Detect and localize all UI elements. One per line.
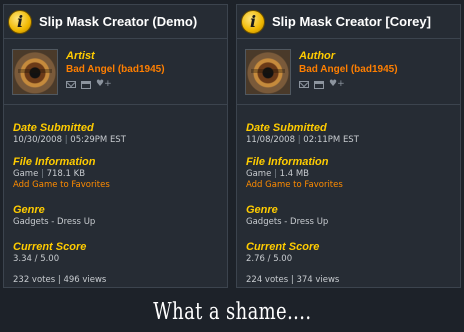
score-value: 3.34 / 5.00 — [13, 254, 60, 264]
window-icon[interactable] — [314, 80, 324, 89]
user-action-icons: ♥+ — [66, 80, 165, 89]
panel-title: Slip Mask Creator (Demo) — [39, 14, 198, 29]
time-text: 05:29PM EST — [70, 135, 126, 145]
avatar[interactable] — [245, 49, 291, 95]
caption: What a shame.... — [0, 292, 464, 332]
score-section: Current Score 3.34 / 5.00 — [4, 241, 227, 265]
date-text: 10/30/2008 — [13, 135, 62, 145]
date-text: 11/08/2008 — [246, 135, 295, 145]
date-heading: Date Submitted — [246, 122, 327, 134]
user-action-icons: ♥+ — [299, 80, 398, 89]
separator: | — [297, 135, 301, 145]
caption-text: What a shame.... — [152, 299, 312, 325]
date-value: 10/30/2008 | 05:29PM EST — [13, 135, 227, 146]
views-count: 496 views — [63, 275, 107, 285]
vote-stats: 224 votes | 374 views — [237, 275, 460, 285]
time-text: 02:11PM EST — [303, 135, 359, 145]
score-value: 2.76 / 5.00 — [246, 254, 293, 264]
author-username-link[interactable]: Bad Angel (bad1945) — [66, 64, 165, 75]
vote-stats: 232 votes | 496 views — [4, 275, 227, 285]
separator: | — [274, 169, 277, 179]
date-heading: Date Submitted — [13, 122, 94, 134]
genre-value: Gadgets - Dress Up — [246, 217, 329, 227]
author-role: Author — [299, 50, 336, 62]
genre-heading: Genre — [246, 204, 278, 216]
author-role: Artist — [66, 50, 95, 62]
avatar[interactable] — [12, 49, 58, 95]
file-type: Game — [13, 169, 39, 179]
file-info-value: Game | 1.4 MB — [246, 169, 460, 180]
file-info-heading: File Information — [13, 156, 96, 168]
views-count: 374 views — [296, 275, 340, 285]
separator: | — [57, 275, 61, 285]
file-size: 1.4 MB — [279, 169, 309, 179]
date-section: Date Submitted 11/08/2008 | 02:11PM EST — [237, 122, 460, 146]
mail-icon[interactable] — [66, 81, 76, 88]
score-heading: Current Score — [246, 241, 320, 253]
info-icon: i — [241, 9, 265, 34]
info-icon: i — [8, 9, 32, 34]
genre-section: Genre Gadgets - Dress Up — [4, 204, 227, 228]
author-info: Artist Bad Angel (bad1945) ♥+ — [66, 50, 165, 89]
author-info: Author Bad Angel (bad1945) ♥+ — [299, 50, 398, 89]
window-icon[interactable] — [81, 80, 91, 89]
add-to-favorites-link[interactable]: Add Game to Favorites — [246, 180, 460, 191]
mail-icon[interactable] — [299, 81, 309, 88]
date-section: Date Submitted 10/30/2008 | 05:29PM EST — [4, 122, 227, 146]
score-section: Current Score 2.76 / 5.00 — [237, 241, 460, 265]
votes-count: 224 votes — [246, 275, 289, 285]
genre-section: Genre Gadgets - Dress Up — [237, 204, 460, 228]
panel-title-bar: i Slip Mask Creator [Corey] — [237, 5, 460, 39]
submission-panel-corey: i Slip Mask Creator [Corey] Author Bad A… — [236, 4, 461, 288]
separator: | — [64, 135, 68, 145]
file-info-heading: File Information — [246, 156, 329, 168]
votes-count: 232 votes — [13, 275, 56, 285]
author-username-link[interactable]: Bad Angel (bad1945) — [299, 64, 398, 75]
heart-plus-icon[interactable]: ♥+ — [329, 80, 345, 89]
separator: | — [41, 169, 44, 179]
submission-panel-demo: i Slip Mask Creator (Demo) Artist Bad An… — [3, 4, 228, 288]
heart-plus-icon[interactable]: ♥+ — [96, 80, 112, 89]
date-value: 11/08/2008 | 02:11PM EST — [246, 135, 460, 146]
add-to-favorites-link[interactable]: Add Game to Favorites — [13, 180, 227, 191]
file-info-section: File Information Game | 718.1 KB Add Gam… — [4, 156, 227, 191]
author-row: Author Bad Angel (bad1945) ♥+ — [237, 39, 460, 105]
file-info-value: Game | 718.1 KB — [13, 169, 227, 180]
panel-title: Slip Mask Creator [Corey] — [272, 14, 431, 29]
author-row: Artist Bad Angel (bad1945) ♥+ — [4, 39, 227, 105]
file-size: 718.1 KB — [46, 169, 86, 179]
score-heading: Current Score — [13, 241, 87, 253]
file-type: Game — [246, 169, 272, 179]
panel-title-bar: i Slip Mask Creator (Demo) — [4, 5, 227, 39]
file-info-section: File Information Game | 1.4 MB Add Game … — [237, 156, 460, 191]
genre-value: Gadgets - Dress Up — [13, 217, 96, 227]
separator: | — [290, 275, 294, 285]
genre-heading: Genre — [13, 204, 45, 216]
